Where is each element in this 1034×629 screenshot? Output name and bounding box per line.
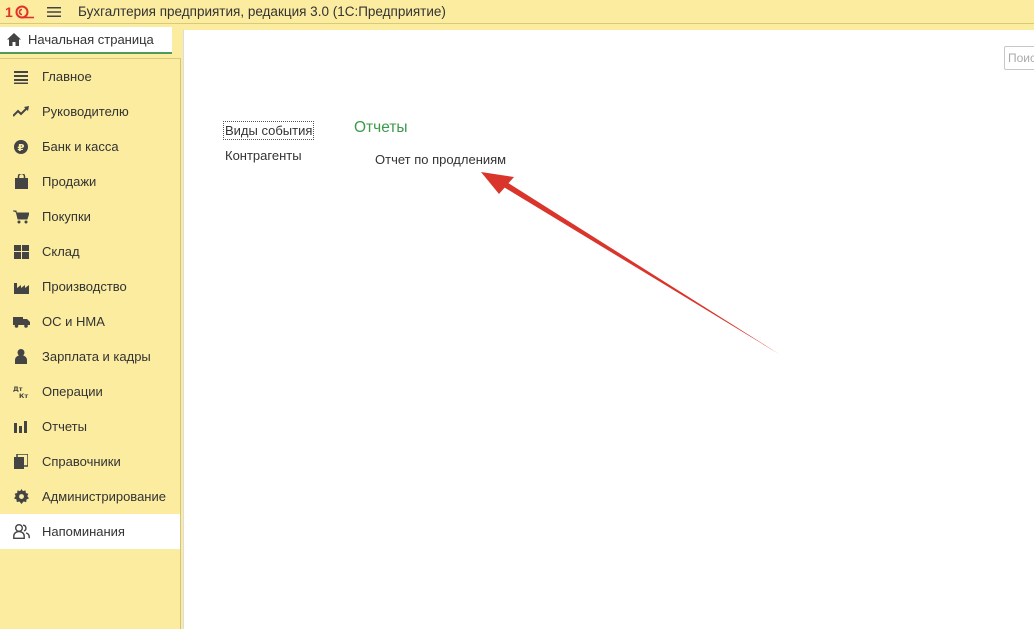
sidebar-item-label: Покупки <box>42 209 91 224</box>
sidebar-item-purchases[interactable]: Покупки <box>0 199 180 234</box>
ruble-icon: ₽ <box>0 139 42 154</box>
app-title: Бухгалтерия предприятия, редакция 3.0 (1… <box>78 4 446 19</box>
warehouse-icon <box>0 244 42 259</box>
nav-link-counterparties[interactable]: Контрагенты <box>225 148 302 163</box>
factory-icon <box>0 280 42 294</box>
sidebar-item-salary[interactable]: Зарплата и кадры <box>0 339 180 374</box>
sidebar-item-label: Напоминания <box>42 524 125 539</box>
home-icon <box>0 33 28 46</box>
books-icon <box>0 454 42 469</box>
sidebar-item-fixed-assets[interactable]: ОС и НМА <box>0 304 180 339</box>
sidebar-item-sales[interactable]: Продажи <box>0 164 180 199</box>
sidebar-item-label: ОС и НМА <box>42 314 105 329</box>
sidebar-item-label: Банк и касса <box>42 139 119 154</box>
nav-link-event-types[interactable]: Виды события <box>223 121 315 140</box>
search-input[interactable]: Поис <box>1004 46 1034 70</box>
1c-logo[interactable]: 1 <box>0 0 40 24</box>
sidebar: Главное Руководителю ₽ Банк и касса Прод… <box>0 58 181 629</box>
trend-icon <box>0 105 42 118</box>
report-link-renewals[interactable]: Отчет по продлениям <box>375 152 506 167</box>
sidebar-item-label: Администрирование <box>42 489 166 504</box>
sidebar-item-label: Производство <box>42 279 127 294</box>
sidebar-item-label: Главное <box>42 69 92 84</box>
sidebar-item-label: Отчеты <box>42 419 87 434</box>
sidebar-item-catalogs[interactable]: Справочники <box>0 444 180 479</box>
truck-icon <box>0 316 42 328</box>
sidebar-item-main[interactable]: Главное <box>0 59 180 94</box>
svg-text:1: 1 <box>5 5 13 19</box>
sidebar-item-reminders[interactable]: Напоминания <box>0 514 180 549</box>
sidebar-item-administration[interactable]: Администрирование <box>0 479 180 514</box>
bag-icon <box>0 174 42 189</box>
sidebar-item-label: Справочники <box>42 454 121 469</box>
gear-icon <box>0 489 42 504</box>
people-icon <box>0 524 42 539</box>
hamburger-menu-icon[interactable] <box>40 0 68 24</box>
sidebar-item-label: Склад <box>42 244 80 259</box>
sidebar-item-bank[interactable]: ₽ Банк и касса <box>0 129 180 164</box>
person-icon <box>0 349 42 364</box>
main-content: Поис Виды события Контрагенты Отчеты Отч… <box>183 30 1034 629</box>
tab-home[interactable]: Начальная страница <box>0 27 172 54</box>
cart-icon <box>0 210 42 224</box>
bar-chart-icon <box>0 420 42 433</box>
section-title-reports: Отчеты <box>354 119 408 136</box>
sidebar-item-manager[interactable]: Руководителю <box>0 94 180 129</box>
sidebar-item-label: Продажи <box>42 174 97 189</box>
sidebar-item-warehouse[interactable]: Склад <box>0 234 180 269</box>
svg-text:₽: ₽ <box>18 143 25 154</box>
sidebar-item-operations[interactable]: Дт Кт Операции <box>0 374 180 409</box>
dt-kt-icon: Дт Кт <box>0 385 42 399</box>
sidebar-item-label: Зарплата и кадры <box>42 349 151 364</box>
sidebar-item-reports[interactable]: Отчеты <box>0 409 180 444</box>
title-bar: 1 Бухгалтерия предприятия, редакция 3.0 … <box>0 0 1034 24</box>
svg-text:Кт: Кт <box>19 392 28 399</box>
sidebar-item-label: Операции <box>42 384 103 399</box>
sidebar-item-production[interactable]: Производство <box>0 269 180 304</box>
list-icon <box>0 70 42 84</box>
sidebar-item-label: Руководителю <box>42 104 129 119</box>
tab-home-label: Начальная страница <box>28 32 154 47</box>
